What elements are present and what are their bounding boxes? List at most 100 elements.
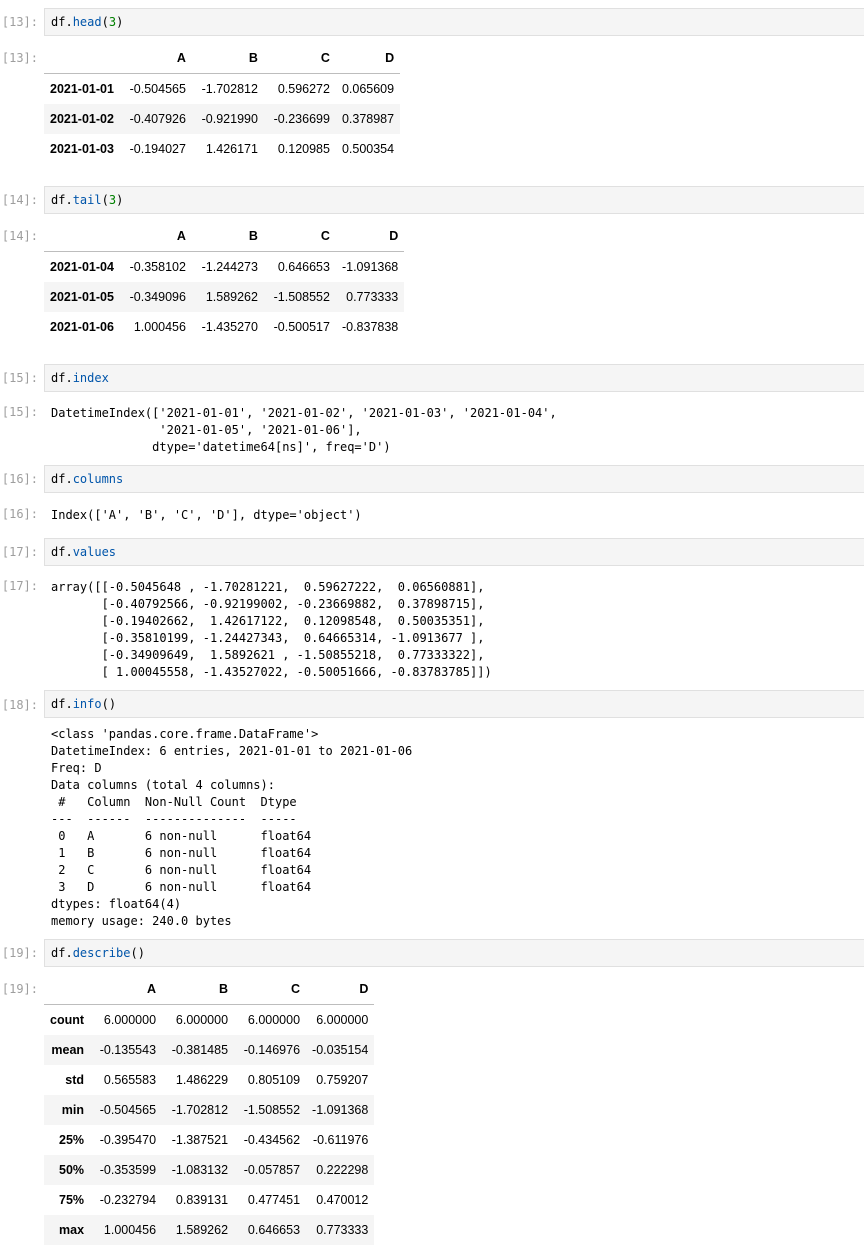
code-open-paren: ( xyxy=(101,15,109,29)
table-cell: 0.596272 xyxy=(277,82,330,96)
table-cell: 1.589262 xyxy=(205,290,258,304)
table-cell: -0.035154 xyxy=(312,1043,369,1057)
code-input[interactable]: df.values xyxy=(44,538,864,566)
table-row: 2021-01-06 1.000456 -1.435270 -0.500517 … xyxy=(44,312,404,342)
code-dot: . xyxy=(65,193,73,207)
row-index: 2021-01-01 xyxy=(50,82,114,96)
table-cell: 0.222298 xyxy=(316,1163,369,1177)
table-row: 2021-01-03 -0.194027 1.426171 0.120985 0… xyxy=(44,134,400,164)
code-method: tail xyxy=(72,193,102,207)
code-close-paren: ) xyxy=(137,946,145,960)
code-input[interactable]: df.columns xyxy=(44,465,864,493)
table-row: 2021-01-05 -0.349096 1.589262 -1.508552 … xyxy=(44,282,405,312)
table-header-row: A B C D xyxy=(44,43,401,74)
index-header xyxy=(44,221,120,252)
code-input[interactable]: df.head(3) xyxy=(44,8,864,36)
table-cell: -0.407926 xyxy=(129,112,186,126)
code-method: head xyxy=(72,15,102,29)
table-cell: -0.611976 xyxy=(312,1133,369,1147)
code-var: df xyxy=(51,15,66,29)
row-index: std xyxy=(65,1073,85,1087)
table-cell: -1.387521 xyxy=(171,1133,229,1147)
table-cell: 1.000456 xyxy=(133,320,186,334)
column-header: B xyxy=(162,974,235,1005)
code-open-paren: ( xyxy=(101,697,109,711)
row-index: 50% xyxy=(59,1163,85,1177)
table-cell: -0.504565 xyxy=(99,1103,157,1117)
input-prompt: [19]: xyxy=(1,946,38,960)
output-prompt: [13]: xyxy=(1,51,38,65)
table-cell: 0.759207 xyxy=(316,1073,369,1087)
row-index: 2021-01-02 xyxy=(50,112,114,126)
index-header xyxy=(44,974,91,1005)
code-input[interactable]: df.tail(3) xyxy=(44,186,864,214)
text-output: DatetimeIndex(['2021-01-01', '2021-01-02… xyxy=(51,406,557,454)
table-cell: -0.504565 xyxy=(129,82,186,96)
code-var: df xyxy=(51,371,66,385)
table-cell: -0.358102 xyxy=(129,260,186,274)
table-row: 25% -0.395470 -1.387521 -0.434562 -0.611… xyxy=(44,1125,374,1155)
code-method: columns xyxy=(72,472,124,486)
table-cell: 0.470012 xyxy=(316,1193,369,1207)
table-cell: -0.057857 xyxy=(243,1163,301,1177)
code-var: df xyxy=(51,697,66,711)
table-cell: 0.378987 xyxy=(341,112,395,126)
table-cell: -0.236699 xyxy=(273,112,330,126)
table-row: max 1.000456 1.589262 0.646653 0.773333 xyxy=(44,1215,375,1245)
row-index: 25% xyxy=(59,1133,85,1147)
input-prompt: [17]: xyxy=(1,545,38,559)
table-cell: 0.065609 xyxy=(341,82,395,96)
text-output: Index(['A', 'B', 'C', 'D'], dtype='objec… xyxy=(51,508,362,522)
table-cell: -0.194027 xyxy=(129,142,186,156)
table-cell: -0.434562 xyxy=(243,1133,301,1147)
code-method: describe xyxy=(72,946,131,960)
code-input[interactable]: df.info() xyxy=(44,690,864,718)
table-cell: 0.805109 xyxy=(247,1073,301,1087)
column-header: A xyxy=(119,43,192,74)
code-open-paren: ( xyxy=(101,193,109,207)
table-cell: 0.773333 xyxy=(316,1223,369,1237)
table-row: 2021-01-04 -0.358102 -1.244273 0.646653 … xyxy=(44,252,404,283)
code-arg: 3 xyxy=(108,193,117,207)
code-dot: . xyxy=(65,371,73,385)
table-cell: -0.837838 xyxy=(341,320,399,334)
table-cell: -1.244273 xyxy=(201,260,258,274)
table-cell: -0.500517 xyxy=(273,320,330,334)
input-prompt: [18]: xyxy=(1,698,38,712)
code-close-paren: ) xyxy=(116,193,124,207)
code-dot: . xyxy=(65,697,73,711)
code-var: df xyxy=(51,946,66,960)
code-input[interactable]: df.index xyxy=(44,364,864,392)
code-input[interactable]: df.describe() xyxy=(44,939,864,967)
table-row: 75% -0.232794 0.839131 0.477451 0.470012 xyxy=(44,1185,374,1215)
table-cell: -1.091368 xyxy=(341,260,399,274)
table-cell: 0.773333 xyxy=(346,290,399,304)
code-dot: . xyxy=(65,946,73,960)
code-method: info xyxy=(72,697,102,711)
table-cell: 0.477451 xyxy=(247,1193,301,1207)
column-header: A xyxy=(119,221,192,252)
output-prompt: [15]: xyxy=(1,405,38,419)
table-cell: 0.565583 xyxy=(103,1073,157,1087)
table-cell: -0.381485 xyxy=(171,1043,229,1057)
table-cell: -1.702812 xyxy=(171,1103,229,1117)
table-header-row: A B C D xyxy=(44,974,375,1005)
row-index: max xyxy=(59,1223,85,1237)
input-prompt: [15]: xyxy=(1,371,38,385)
row-index: count xyxy=(50,1013,85,1027)
table-cell: 0.120985 xyxy=(277,142,330,156)
table-row: 2021-01-01 -0.504565 -1.702812 0.596272 … xyxy=(44,74,400,105)
table-cell: 1.000456 xyxy=(103,1223,157,1237)
table-cell: 6.000000 xyxy=(175,1013,229,1027)
table-cell: 1.426171 xyxy=(205,142,258,156)
table-cell: -0.395470 xyxy=(99,1133,157,1147)
table-row: 2021-01-02 -0.407926 -0.921990 -0.236699… xyxy=(44,104,401,134)
input-prompt: [13]: xyxy=(1,15,38,29)
column-header: C xyxy=(263,43,336,74)
table-cell: 6.000000 xyxy=(316,1013,369,1027)
table-cell: 0.500354 xyxy=(341,142,395,156)
row-index: 2021-01-05 xyxy=(50,290,114,304)
column-header: A xyxy=(90,974,163,1005)
code-method: index xyxy=(72,371,109,385)
table-cell: -1.508552 xyxy=(273,290,330,304)
